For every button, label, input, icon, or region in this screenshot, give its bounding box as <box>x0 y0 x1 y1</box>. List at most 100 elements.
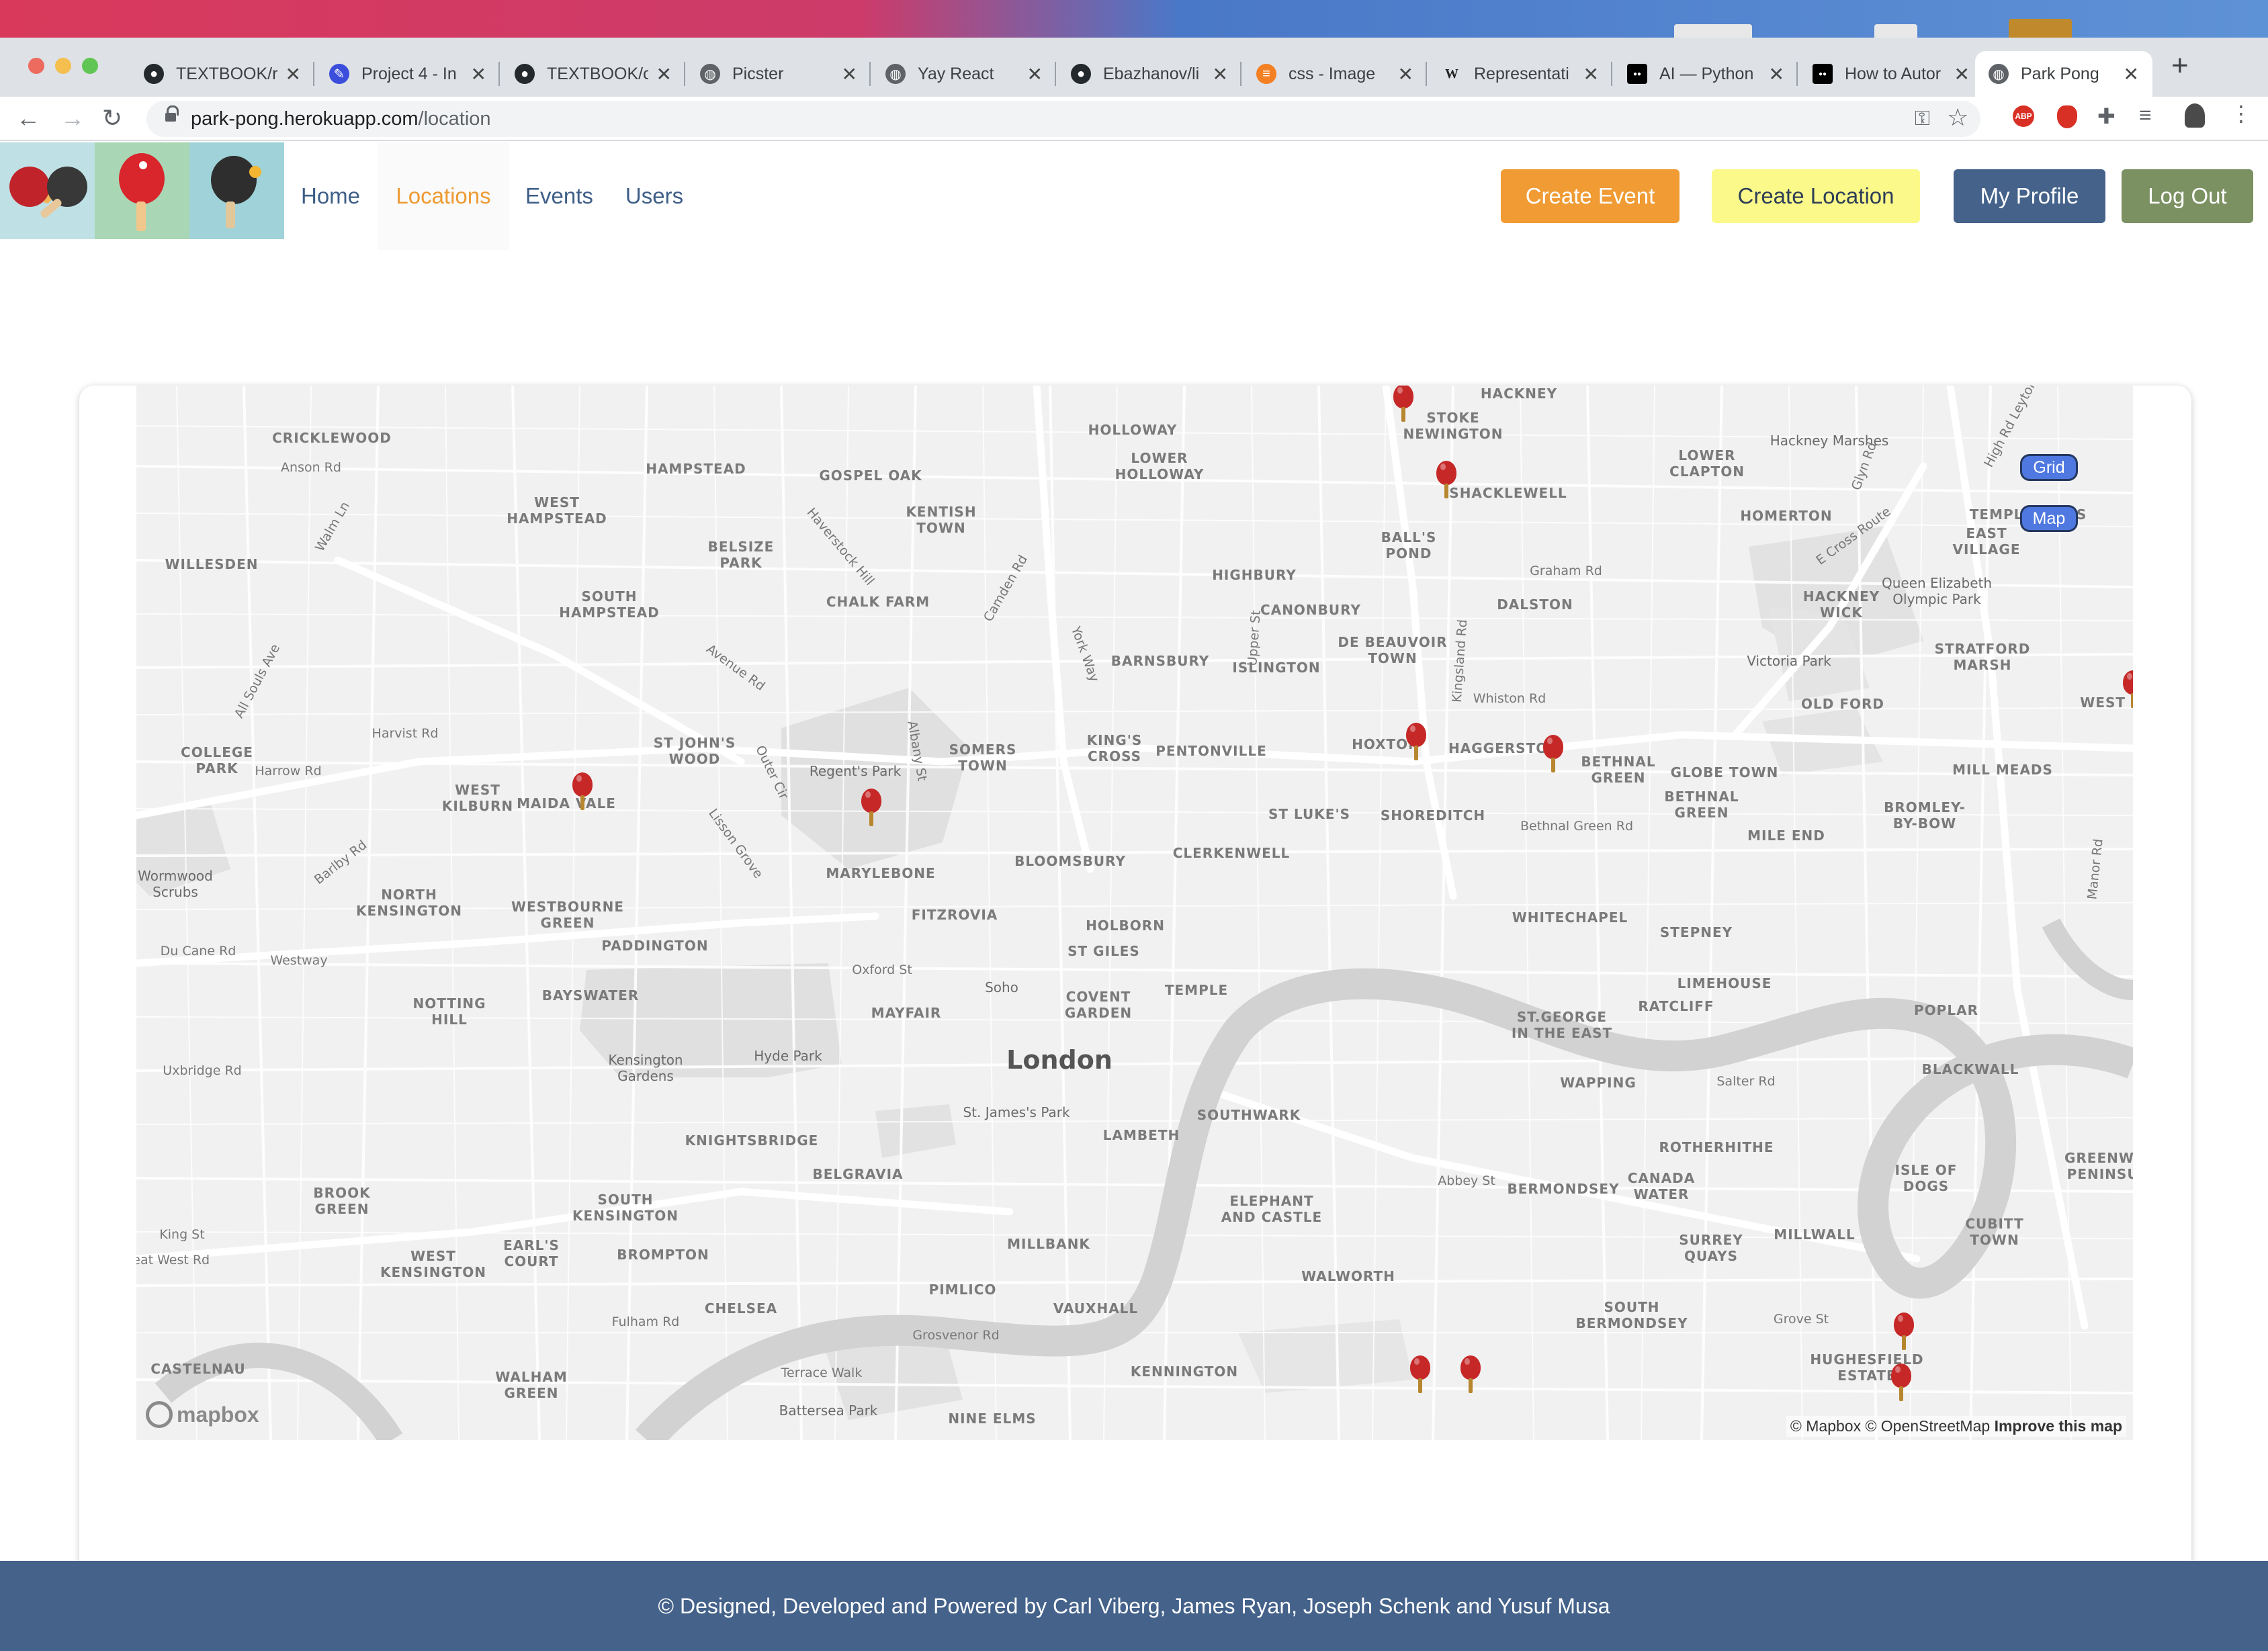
location-pin[interactable] <box>1406 723 1426 760</box>
map-label: ST GILES <box>1067 943 1140 959</box>
close-tab-icon[interactable]: ✕ <box>1954 63 1970 85</box>
map-label: St. James's Park <box>963 1104 1070 1120</box>
location-pin[interactable] <box>1410 1355 1430 1393</box>
location-pin[interactable] <box>1891 1364 1911 1401</box>
map-view-toggle[interactable]: Map <box>2020 505 2078 532</box>
tab-yay-react[interactable]: ◍ Yay React ✕ <box>872 51 1056 97</box>
key-icon[interactable]: ⚿ <box>1915 106 1930 132</box>
log-out-button[interactable]: Log Out <box>2122 169 2253 223</box>
close-tab-icon[interactable]: ✕ <box>2124 63 2139 85</box>
grid-view-toggle[interactable]: Grid <box>2020 454 2078 481</box>
forward-arrow-icon[interactable]: → <box>60 103 85 133</box>
tab-how-to-autor[interactable]: ●● How to Autor ✕ <box>1799 51 1983 97</box>
tab-picster[interactable]: ◍ Picster ✕ <box>687 51 871 97</box>
close-tab-icon[interactable]: ✕ <box>1398 63 1413 85</box>
map-label: Grove St <box>1773 1312 1829 1327</box>
map-label: ISLE OF DOGS <box>1894 1162 1958 1194</box>
nav-users[interactable]: Users <box>609 142 700 250</box>
maximize-window-button[interactable] <box>82 58 98 74</box>
map-label: MILLBANK <box>1007 1236 1090 1252</box>
close-window-button[interactable] <box>28 58 44 74</box>
map-label: COVENT GARDEN <box>1064 989 1133 1021</box>
location-pin[interactable] <box>572 772 593 810</box>
close-tab-icon[interactable]: ✕ <box>471 63 486 85</box>
paddle-icon <box>95 142 189 239</box>
reload-icon[interactable]: ↻ <box>102 103 122 133</box>
close-tab-icon[interactable]: ✕ <box>656 63 672 85</box>
shield-icon[interactable] <box>2057 105 2077 128</box>
map-label: Hyde Park <box>754 1048 822 1064</box>
profile-icon[interactable] <box>2185 103 2205 128</box>
close-tab-icon[interactable]: ✕ <box>1769 63 1784 85</box>
desktop-window-thumbnail <box>1674 24 1752 38</box>
nav-home[interactable]: Home <box>285 142 376 250</box>
location-pin[interactable] <box>861 789 881 826</box>
attribution-text[interactable]: © Mapbox © OpenStreetMap <box>1790 1417 1990 1435</box>
map-label: CUBITT TOWN <box>1965 1216 2024 1248</box>
map-label: CRICKLEWOOD <box>272 430 392 446</box>
map-label: CASTELNAU <box>150 1361 246 1377</box>
tab-separator <box>869 62 871 86</box>
map-label: DALSTON <box>1497 596 1573 613</box>
mapbox-logo-icon <box>146 1401 173 1428</box>
map-attribution[interactable]: © Mapbox © OpenStreetMap Improve this ma… <box>1786 1416 2126 1437</box>
map-label: SHACKLEWELL <box>1449 485 1567 501</box>
tab-css-image[interactable]: ≡ css - Image ✕ <box>1243 51 1427 97</box>
create-event-button[interactable]: Create Event <box>1501 169 1680 223</box>
location-pin[interactable] <box>1393 386 1413 422</box>
map-label: BROMPTON <box>617 1247 709 1263</box>
tab-ai-python[interactable]: ●● AI — Python ✕ <box>1614 51 1798 97</box>
map-label: NINE ELMS <box>948 1411 1037 1427</box>
tab-textbook-r[interactable]: ● TEXTBOOK/r ✕ <box>130 51 314 97</box>
globe-icon: ◍ <box>1989 64 2009 84</box>
nav-locations[interactable]: Locations <box>378 142 509 250</box>
map-label: SOUTHWARK <box>1196 1107 1301 1123</box>
footer-credits: © Designed, Developed and Powered by Car… <box>658 1594 1610 1618</box>
adblock-icon[interactable]: ABP <box>2013 105 2034 127</box>
map-label: ST.GEORGE IN THE EAST <box>1511 1009 1613 1041</box>
tab-ebazhanov-li[interactable]: ● Ebazhanov/li ✕ <box>1057 51 1241 97</box>
close-tab-icon[interactable]: ✕ <box>842 63 857 85</box>
location-pin[interactable] <box>1460 1355 1481 1393</box>
location-pin[interactable] <box>1436 461 1456 498</box>
close-tab-icon[interactable]: ✕ <box>1583 63 1599 85</box>
mapbox-logo[interactable]: mapbox <box>146 1400 259 1429</box>
location-pin[interactable] <box>1894 1312 1914 1350</box>
back-arrow-icon[interactable]: ← <box>16 103 40 133</box>
improve-map-link[interactable]: Improve this map <box>1995 1417 2122 1435</box>
reading-list-icon[interactable]: ≡ <box>2139 102 2152 128</box>
address-bar[interactable]: park-pong.herokuapp.com/location ⚿ ☆ <box>146 101 1980 137</box>
create-location-button[interactable]: Create Location <box>1712 169 1920 223</box>
minimize-window-button[interactable] <box>55 58 71 74</box>
map-label: BERMONDSEY <box>1507 1181 1620 1197</box>
url-text[interactable]: park-pong.herokuapp.com/location <box>191 108 491 130</box>
map-label: Soho <box>985 979 1018 995</box>
map-label: MILL MEADS <box>1952 762 2053 778</box>
map-label: LIMEHOUSE <box>1677 975 1772 991</box>
close-tab-icon[interactable]: ✕ <box>1027 63 1043 85</box>
park-pong-logo[interactable] <box>0 142 285 239</box>
my-profile-button[interactable]: My Profile <box>1954 169 2105 223</box>
nav-events[interactable]: Events <box>509 142 609 250</box>
tab-textbook-c[interactable]: ● TEXTBOOK/c ✕ <box>501 51 685 97</box>
tab-park-pong[interactable]: ◍ Park Pong ✕ <box>1975 51 2152 97</box>
map-label: Victoria Park <box>1747 653 1831 669</box>
locations-map[interactable]: CRICKLEWOOD Anson Rd HAMPSTEAD GOSPEL OA… <box>136 386 2133 1440</box>
new-tab-button[interactable]: + <box>2171 51 2189 81</box>
tab-strip: ● TEXTBOOK/r ✕ ✎ Project 4 - In ✕ ● TEXTBOOK/c ✕… <box>0 38 2268 97</box>
tab-representati[interactable]: W Representati ✕ <box>1428 51 1612 97</box>
location-pin[interactable] <box>1543 735 1563 772</box>
location-pin[interactable] <box>2123 670 2133 708</box>
star-icon[interactable]: ☆ <box>1947 105 1968 130</box>
menu-icon[interactable]: ⋮ <box>2230 101 2252 126</box>
close-tab-icon[interactable]: ✕ <box>1213 63 1228 85</box>
tab-title: Representati <box>1474 64 1569 83</box>
lock-icon[interactable] <box>165 105 179 124</box>
map-label: WAPPING <box>1560 1075 1637 1091</box>
extensions-icon[interactable]: ✚ <box>2097 103 2116 129</box>
tab-project-4-in[interactable]: ✎ Project 4 - In ✕ <box>316 51 500 97</box>
map-label: EARL'S COURT <box>503 1237 560 1269</box>
map-label: Kensington Gardens <box>608 1052 683 1084</box>
map-label: Du Cane Rd <box>160 944 236 958</box>
close-tab-icon[interactable]: ✕ <box>286 63 301 85</box>
